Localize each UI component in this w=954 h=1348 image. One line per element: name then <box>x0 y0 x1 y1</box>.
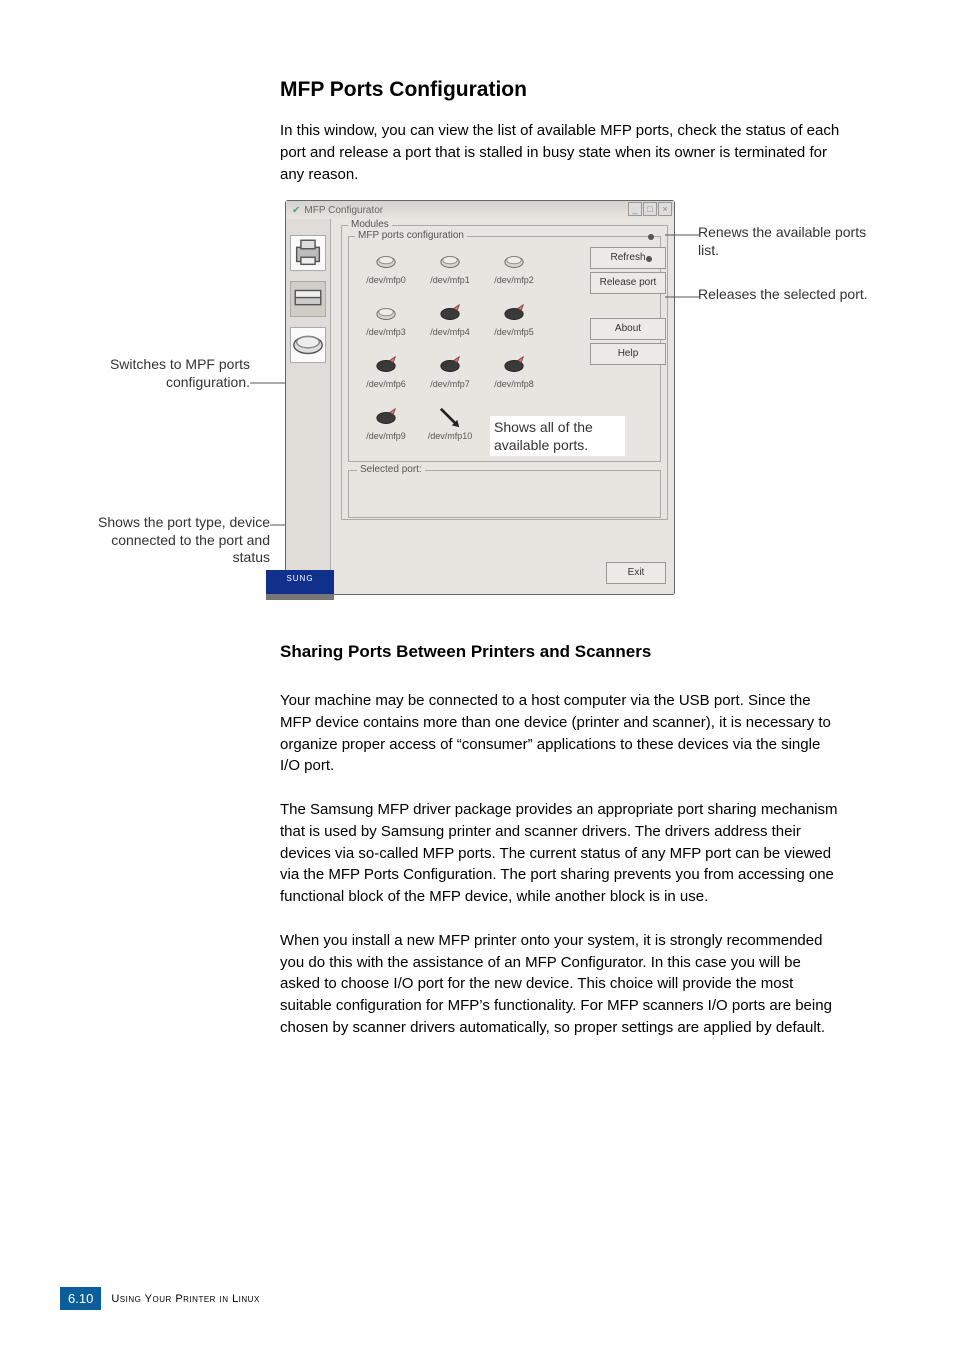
port-label: /dev/mfp10 <box>428 431 473 441</box>
callout-available: Shows all of the available ports. <box>490 416 625 456</box>
port-item[interactable]: /dev/mfp1 <box>419 243 481 293</box>
port-label: /dev/mfp0 <box>366 275 406 285</box>
port-label: /dev/mfp8 <box>494 379 534 389</box>
port-item[interactable]: /dev/mfp5 <box>483 295 545 345</box>
callout-releases: Releases the selected port. <box>698 286 878 304</box>
scanner-icon <box>291 282 325 316</box>
page-title: MFP Ports Configuration <box>280 78 840 102</box>
selected-port-legend: Selected port: <box>357 464 425 475</box>
modules-legend: Modules <box>348 219 392 230</box>
page-number: 6.10 <box>60 1287 101 1310</box>
port-item[interactable]: /dev/mfp8 <box>483 347 545 397</box>
minimize-icon[interactable]: _ <box>628 202 642 216</box>
port-item[interactable]: /dev/mfp9 <box>355 399 417 449</box>
port-item[interactable]: /dev/mfp7 <box>419 347 481 397</box>
about-button[interactable]: About <box>590 318 666 340</box>
window-title: MFP Configurator <box>304 205 383 216</box>
port-label: /dev/mfp9 <box>366 431 406 441</box>
close-icon[interactable]: × <box>658 202 672 216</box>
exit-button[interactable]: Exit <box>606 562 666 584</box>
paragraph-2: The Samsung MFP driver package provides … <box>280 799 840 908</box>
port-item[interactable]: /dev/mfp2 <box>483 243 545 293</box>
sidebar-printers-button[interactable] <box>290 235 326 271</box>
help-button[interactable]: Help <box>590 343 666 365</box>
sidebar-ports-button[interactable] <box>290 327 326 363</box>
port-item[interactable]: /dev/mfp10 <box>419 399 481 449</box>
port-item[interactable]: /dev/mfp0 <box>355 243 417 293</box>
subheading: Sharing Ports Between Printers and Scann… <box>280 642 840 662</box>
mfp-configurator-window: ✔ MFP Configurator _ □ × SUNG <box>285 200 675 595</box>
selected-port-frame: Selected port: <box>348 470 661 518</box>
callout-switch: Switches to MPF ports configuration. <box>90 356 250 391</box>
paragraph-1: Your machine may be connected to a host … <box>280 690 840 777</box>
port-label: /dev/mfp4 <box>430 327 470 337</box>
port-item[interactable]: /dev/mfp4 <box>419 295 481 345</box>
port-label: /dev/mfp1 <box>430 275 470 285</box>
port-label: /dev/mfp2 <box>494 275 534 285</box>
port-label: /dev/mfp3 <box>366 327 406 337</box>
footer-text: Using Your Printer in Linux <box>111 1293 260 1305</box>
callout-porttype: Shows the port type, device connected to… <box>90 514 270 567</box>
brand-logo: SUNG <box>266 570 334 594</box>
intro-paragraph: In this window, you can view the list of… <box>280 120 840 185</box>
window-titlebar: ✔ MFP Configurator _ □ × <box>286 201 674 219</box>
port-label: /dev/mfp7 <box>430 379 470 389</box>
port-item[interactable]: /dev/mfp3 <box>355 295 417 345</box>
callout-renews: Renews the available ports list. <box>698 224 878 259</box>
sidebar: SUNG <box>286 219 331 594</box>
release-port-button[interactable]: Release port <box>590 272 666 294</box>
port-label: /dev/mfp6 <box>366 379 406 389</box>
ports-panel-legend: MFP ports configuration <box>355 230 467 241</box>
printer-icon <box>291 236 325 270</box>
port-item[interactable]: /dev/mfp6 <box>355 347 417 397</box>
footer: 6.10 Using Your Printer in Linux <box>60 1287 260 1310</box>
paragraph-3: When you install a new MFP printer onto … <box>280 930 840 1039</box>
figure: Switches to MPF ports configuration. Sho… <box>90 198 870 608</box>
port-icon <box>291 328 325 362</box>
refresh-button[interactable]: Refresh <box>590 247 666 269</box>
maximize-icon[interactable]: □ <box>643 202 657 216</box>
sidebar-scanners-button[interactable] <box>290 281 326 317</box>
port-label: /dev/mfp5 <box>494 327 534 337</box>
